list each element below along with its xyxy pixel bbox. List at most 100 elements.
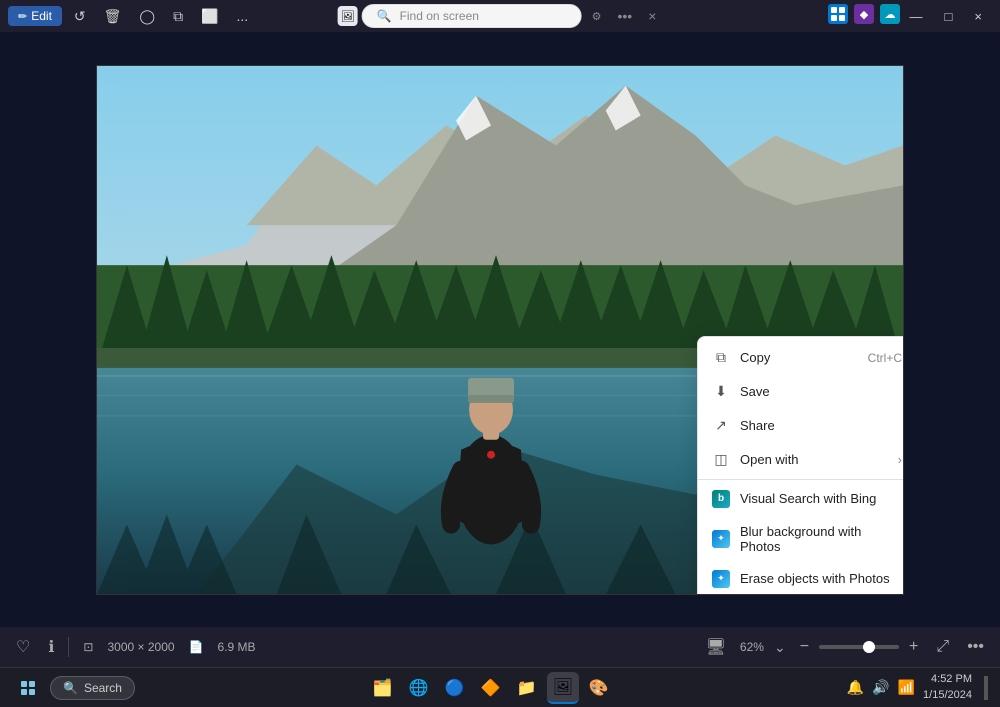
teal-tray-icon[interactable]: ☁ <box>880 4 900 24</box>
file-size-text: 6.9 MB <box>218 640 256 654</box>
app4-icon: 🔶 <box>481 678 501 698</box>
address-bar-text: Find on screen <box>400 9 479 23</box>
save-label: Save <box>740 384 902 399</box>
system-tray-icons: ◆ ☁ <box>828 4 900 24</box>
edge-icon: 🌐 <box>409 678 429 698</box>
delete-button[interactable]: 🗑 <box>98 4 128 29</box>
file-icon: 📄 <box>185 636 208 658</box>
taskbar-app-app4[interactable]: 🔶 <box>475 672 507 704</box>
toolbar-separator <box>68 637 69 657</box>
bing-icon: b <box>712 490 730 508</box>
app-logo: 🖼 <box>338 6 358 26</box>
app3-icon: 🔵 <box>445 678 465 698</box>
copy-icon: ⧉ <box>712 349 730 367</box>
clock-time: 4:52 PM <box>923 672 972 687</box>
start-icon <box>21 681 35 695</box>
taskbar-app-app5[interactable]: 📁 <box>511 672 543 704</box>
app6-icon: 🖼 <box>553 677 573 697</box>
explorer-icon: 🗂️ <box>373 678 393 698</box>
zoom-in-btn[interactable]: + <box>905 634 922 660</box>
photos-blur-icon: ✦ <box>712 530 730 548</box>
show-desktop-btn[interactable] <box>984 676 988 700</box>
context-menu-open-with[interactable]: ◫ Open with › <box>698 443 904 477</box>
clock-date: 1/15/2024 <box>923 688 972 703</box>
system-clock[interactable]: 4:52 PM 1/15/2024 <box>923 672 972 703</box>
copy-label: Copy <box>740 350 858 365</box>
windows-grid-icon <box>831 7 845 21</box>
taskbar-right: 🔔 🔊 📶 4:52 PM 1/15/2024 <box>847 672 988 703</box>
context-menu-bing-search[interactable]: b Visual Search with Bing <box>698 482 904 516</box>
photo-container: ⧉ Copy Ctrl+C ⬇ Save ↗ Share ◫ Open with… <box>96 65 904 595</box>
photos-erase-icon: ✦ <box>712 570 730 588</box>
taskbar-app-app3[interactable]: 🔵 <box>439 672 471 704</box>
zoom-slider[interactable] <box>819 645 899 649</box>
edit-button[interactable]: ✏ Edit <box>8 6 62 26</box>
taskbar-app-app7[interactable]: 🎨 <box>583 672 615 704</box>
taskbar-center: 🗂️ 🌐 🔵 🔶 📁 🖼 🎨 <box>367 672 615 704</box>
dimensions-icon: ⊡ <box>79 636 97 658</box>
close-address-btn[interactable]: × <box>642 4 662 28</box>
overflow-bar-btn[interactable]: ••• <box>963 634 988 660</box>
zoom-thumb[interactable] <box>863 641 875 653</box>
open-with-label: Open with <box>740 452 888 467</box>
bottom-toolbar: ♡ ℹ ⊡ 3000 × 2000 📄 6.9 MB 🖥 62% ⌄ − + ⤢… <box>0 627 1000 667</box>
taskbar-app-app6[interactable]: 🖼 <box>547 672 579 704</box>
screen-icon[interactable]: 🖥 <box>702 633 730 661</box>
tray-icon-2[interactable]: 🔊 <box>872 679 889 696</box>
windows-tray-icon[interactable] <box>828 4 848 24</box>
close-button[interactable]: × <box>964 5 992 28</box>
purple-tray-icon[interactable]: ◆ <box>854 4 874 24</box>
title-bar-left: ✏ Edit ↺ 🗑 ◯ ⧉ ⬜ ... <box>8 4 254 29</box>
tray-icon-1[interactable]: 🔔 <box>847 679 864 696</box>
context-menu-save[interactable]: ⬇ Save <box>698 375 904 409</box>
title-bar: ✏ Edit ↺ 🗑 ◯ ⧉ ⬜ ... ◆ ☁ 🖼 🔍 Find on scr… <box>0 0 1000 32</box>
context-menu-erase-objects[interactable]: ✦ Erase objects with Photos <box>698 562 904 595</box>
edit-label: Edit <box>31 9 52 23</box>
fullscreen-btn[interactable]: ⤢ <box>932 634 953 660</box>
zoom-control: 62% ⌄ − + <box>740 634 922 660</box>
search-icon: 🔍 <box>377 9 392 23</box>
settings-bar-btn[interactable]: ⚙ <box>586 6 608 27</box>
zoom-out-btn[interactable]: − <box>796 634 813 660</box>
save-icon: ⬇ <box>712 383 730 401</box>
tray-icon-3[interactable]: 📶 <box>898 679 915 696</box>
search-icon-taskbar: 🔍 <box>63 681 78 695</box>
taskbar-app-edge[interactable]: 🌐 <box>403 672 435 704</box>
main-content: ⧉ Copy Ctrl+C ⬇ Save ↗ Share ◫ Open with… <box>0 32 1000 627</box>
taskbar: 🔍 Search 🗂️ 🌐 🔵 🔶 📁 🖼 🎨 🔔 🔊 📶 4 <box>0 667 1000 707</box>
context-menu-blur-bg[interactable]: ✦ Blur background with Photos <box>698 516 904 562</box>
taskbar-search[interactable]: 🔍 Search <box>50 676 135 700</box>
taskbar-left: 🔍 Search <box>12 672 135 704</box>
context-menu-copy[interactable]: ⧉ Copy Ctrl+C <box>698 341 904 375</box>
copy-shortcut: Ctrl+C <box>868 351 902 365</box>
heart-icon[interactable]: ♡ <box>12 633 34 661</box>
maximize-button[interactable]: □ <box>935 5 963 28</box>
context-menu: ⧉ Copy Ctrl+C ⬇ Save ↗ Share ◫ Open with… <box>697 336 904 595</box>
undo-button[interactable]: ↺ <box>68 4 92 29</box>
share-tb-button[interactable]: ◯ <box>133 4 161 29</box>
zoom-level-text: 62% <box>740 640 764 654</box>
context-menu-share[interactable]: ↗ Share <box>698 409 904 443</box>
start-button[interactable] <box>12 672 44 704</box>
address-bar[interactable]: 🔍 Find on screen <box>362 4 582 28</box>
copy-tb-button[interactable]: ⧉ <box>167 4 189 29</box>
share-icon: ↗ <box>712 417 730 435</box>
share-label: Share <box>740 418 902 433</box>
app5-icon: 📁 <box>517 678 537 698</box>
search-text-taskbar: Search <box>84 681 122 695</box>
dimensions-text: 3000 × 2000 <box>107 640 174 654</box>
overflow-btn[interactable]: ••• <box>611 4 638 28</box>
app7-icon: 🎨 <box>589 678 609 698</box>
address-bar-area: 🖼 🔍 Find on screen ⚙ ••• × <box>338 4 663 28</box>
open-with-arrow: › <box>898 452 902 467</box>
more-button[interactable]: ... <box>231 4 255 28</box>
taskbar-app-explorer[interactable]: 🗂️ <box>367 672 399 704</box>
print-button[interactable]: ⬜ <box>195 4 224 29</box>
blur-bg-label: Blur background with Photos <box>740 524 902 554</box>
info-icon[interactable]: ℹ <box>44 633 58 661</box>
zoom-down-btn[interactable]: ⌄ <box>770 635 790 660</box>
minimize-button[interactable]: — <box>900 5 933 28</box>
title-bar-controls: — □ × <box>900 5 992 28</box>
erase-objects-label: Erase objects with Photos <box>740 571 902 586</box>
context-menu-divider <box>698 479 904 480</box>
